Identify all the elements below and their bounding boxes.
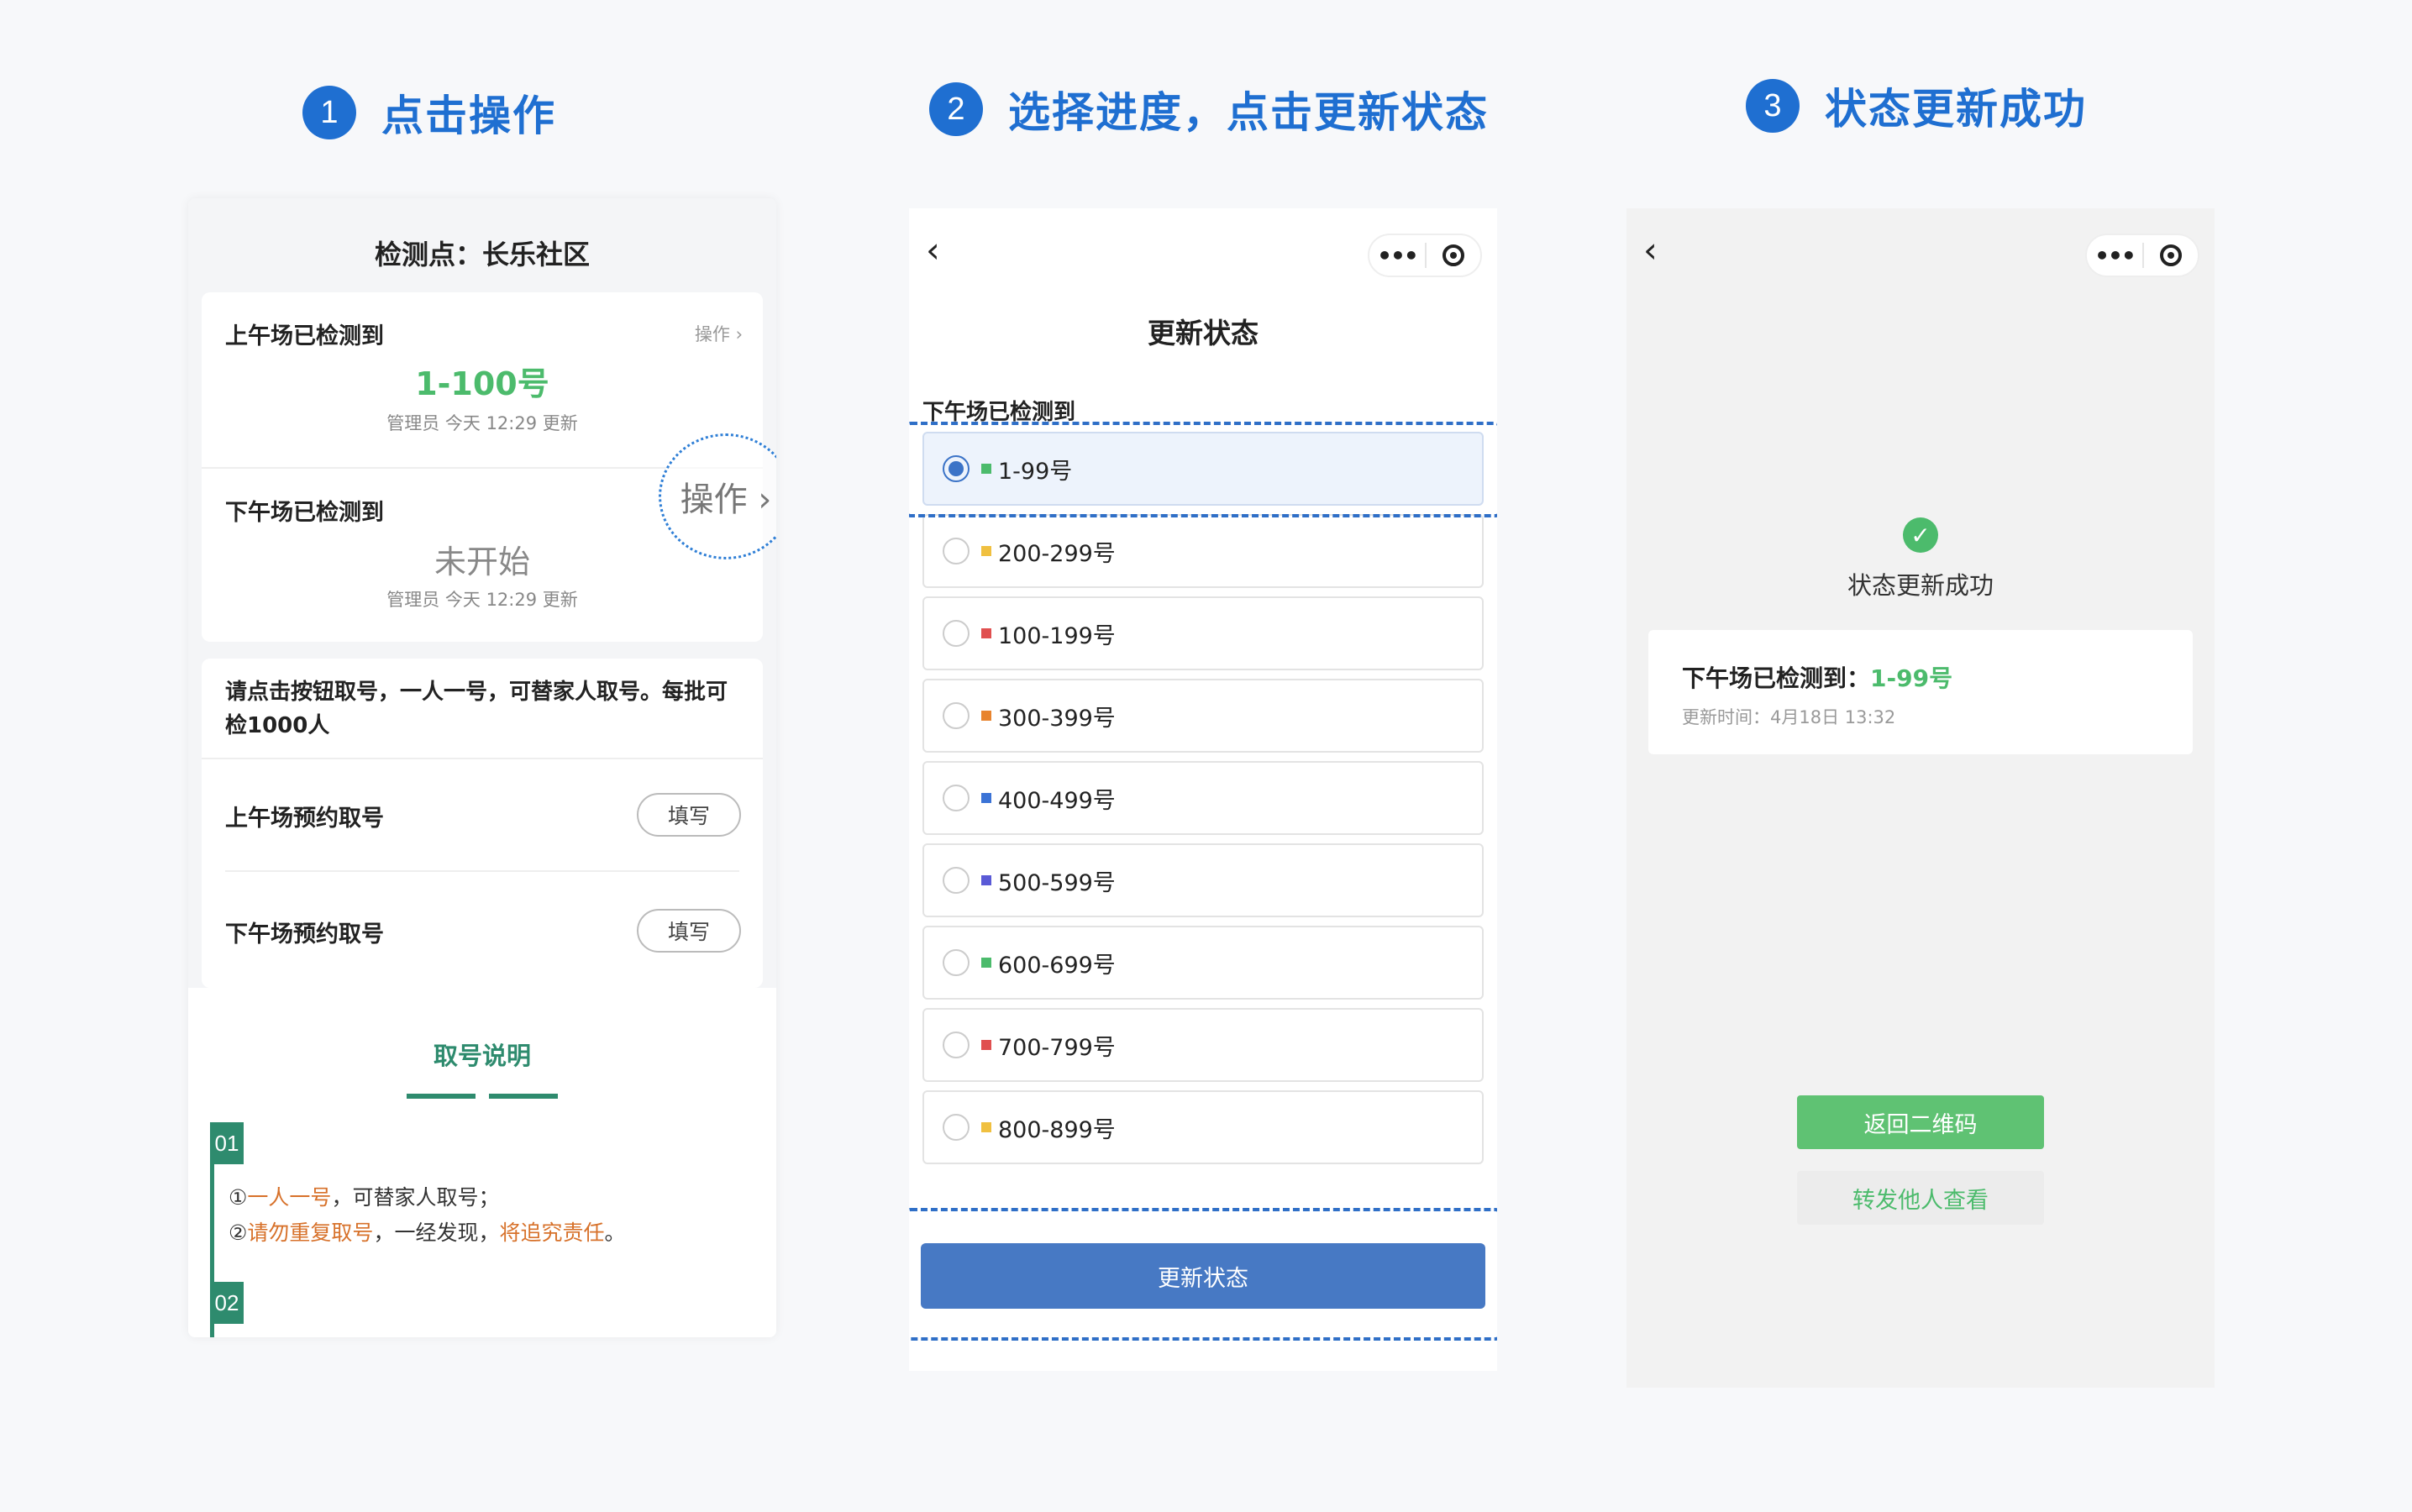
step-number: 3 xyxy=(1746,79,1800,133)
rule-tag-01: 01 xyxy=(210,1122,244,1164)
reserve-card: 请点击按钮取号，一人一号，可替家人取号。每批可检1000人 上午场预约取号 填写… xyxy=(202,659,763,988)
close-target-icon[interactable] xyxy=(1427,244,1480,266)
status-option[interactable]: 500-599号 xyxy=(922,843,1484,917)
rule-line-2: ②请勿重复取号，一经发现，将追究责任。 xyxy=(229,1221,626,1245)
radio-icon[interactable] xyxy=(943,620,970,647)
result-card: 下午场已检测到：1-99号 更新时间：4月18日 13:32 xyxy=(1648,630,2193,754)
fill-button-pm[interactable]: 填写 xyxy=(637,909,741,953)
rule-line-1: ①一人一号，可替家人取号； xyxy=(229,1185,500,1210)
radio-icon[interactable] xyxy=(943,785,970,811)
afternoon-value: 未开始 xyxy=(434,543,530,580)
divider xyxy=(202,758,763,759)
option-label: 600-699号 xyxy=(998,952,1116,979)
morning-label: 上午场已检测到 xyxy=(225,323,384,349)
option-label: 300-399号 xyxy=(998,705,1116,732)
option-label: 100-199号 xyxy=(998,622,1116,649)
step-1-header: 1 点击操作 xyxy=(302,82,556,143)
selected-option-highlight xyxy=(909,422,1497,517)
option-label: 800-899号 xyxy=(998,1116,1116,1143)
morning-operate-link[interactable]: 操作 › xyxy=(695,321,743,346)
radio-icon[interactable] xyxy=(943,702,970,729)
option-label: 500-599号 xyxy=(998,869,1116,896)
update-status-button[interactable]: 更新状态 xyxy=(921,1243,1485,1309)
color-square-icon xyxy=(981,1122,991,1132)
afternoon-label: 下午场已检测到 xyxy=(225,500,384,526)
notice-text: 请点击按钮取号，一人一号，可替家人取号。每批可检1000人 xyxy=(225,680,728,738)
radio-icon[interactable] xyxy=(943,1032,970,1058)
back-to-qr-button[interactable]: 返回二维码 xyxy=(1797,1095,2044,1149)
step-number: 2 xyxy=(929,82,983,136)
result-value: 1-99号 xyxy=(1870,664,1953,692)
option-label: 400-499号 xyxy=(998,787,1116,814)
rule-tag-02: 02 xyxy=(210,1282,244,1324)
radio-icon[interactable] xyxy=(943,867,970,894)
step-3-header: 3 状态更新成功 xyxy=(1746,76,2087,136)
radio-icon[interactable] xyxy=(943,538,970,564)
status-option[interactable]: 200-299号 xyxy=(922,514,1484,588)
more-icon[interactable]: ••• xyxy=(1369,242,1425,270)
status-option[interactable]: 400-499号 xyxy=(922,761,1484,835)
color-square-icon xyxy=(981,546,991,556)
option-label: 200-299号 xyxy=(998,540,1116,567)
color-square-icon xyxy=(981,1040,991,1050)
color-square-icon xyxy=(981,793,991,803)
check-icon: ✓ xyxy=(1903,517,1938,553)
back-icon[interactable]: ‹ xyxy=(1643,233,1677,268)
color-square-icon xyxy=(981,875,991,885)
status-option[interactable]: 600-699号 xyxy=(922,926,1484,1000)
morning-meta: 管理员 今天 12:29 更新 xyxy=(386,413,578,433)
afternoon-meta: 管理员 今天 12:29 更新 xyxy=(386,590,578,610)
color-square-icon xyxy=(981,628,991,638)
radio-icon[interactable] xyxy=(943,949,970,976)
phone-screen-update-status: ‹ ••• 更新状态 下午场已检测到 1-99号 200-299号 100-199号… xyxy=(909,208,1497,1371)
step-title: 点击操作 xyxy=(381,92,556,140)
page-title: 检测点：长乐社区 xyxy=(374,239,590,270)
reserve-pm-label: 下午场预约取号 xyxy=(225,921,384,948)
phone-screen-success: ‹ ••• ✓ 状态更新成功 下午场已检测到：1-99号 更新时间：4月18日 … xyxy=(1626,208,2215,1388)
page-title: 更新状态 xyxy=(1148,317,1259,349)
title-underline xyxy=(407,1094,476,1099)
color-square-icon xyxy=(981,958,991,968)
mini-program-capsule: ••• xyxy=(1368,234,1482,277)
forward-button[interactable]: 转发他人查看 xyxy=(1797,1171,2044,1225)
color-square-icon xyxy=(981,711,991,721)
divider xyxy=(225,870,739,872)
phone-screen-check-point: 检测点：长乐社区 上午场已检测到 操作 › 1-100号 管理员 今天 12:2… xyxy=(188,198,776,1337)
update-time: 更新时间：4月18日 13:32 xyxy=(1682,707,1896,727)
step-number: 1 xyxy=(302,86,356,139)
step-title: 选择进度，点击更新状态 xyxy=(1008,88,1489,137)
mini-program-capsule: ••• xyxy=(2085,234,2199,277)
title-underline xyxy=(489,1094,558,1099)
back-icon[interactable]: ‹ xyxy=(926,233,959,268)
status-option[interactable]: 800-899号 xyxy=(922,1090,1484,1164)
reserve-am-label: 上午场预约取号 xyxy=(225,806,384,832)
status-option[interactable]: 100-199号 xyxy=(922,596,1484,670)
success-message: 状态更新成功 xyxy=(1847,571,1994,600)
option-label: 700-799号 xyxy=(998,1034,1116,1061)
step-title: 状态更新成功 xyxy=(1825,85,2087,134)
close-target-icon[interactable] xyxy=(2144,244,2198,266)
intro-title: 取号说明 xyxy=(433,1042,531,1070)
status-option[interactable]: 300-399号 xyxy=(922,679,1484,753)
fill-button-am[interactable]: 填写 xyxy=(637,793,741,837)
morning-value: 1-100号 xyxy=(415,365,549,402)
status-option[interactable]: 700-799号 xyxy=(922,1008,1484,1082)
more-icon[interactable]: ••• xyxy=(2087,242,2142,270)
step-2-header: 2 选择进度，点击更新状态 xyxy=(929,79,1489,139)
result-line: 下午场已检测到：1-99号 xyxy=(1682,664,1953,692)
radio-icon[interactable] xyxy=(943,1114,970,1141)
